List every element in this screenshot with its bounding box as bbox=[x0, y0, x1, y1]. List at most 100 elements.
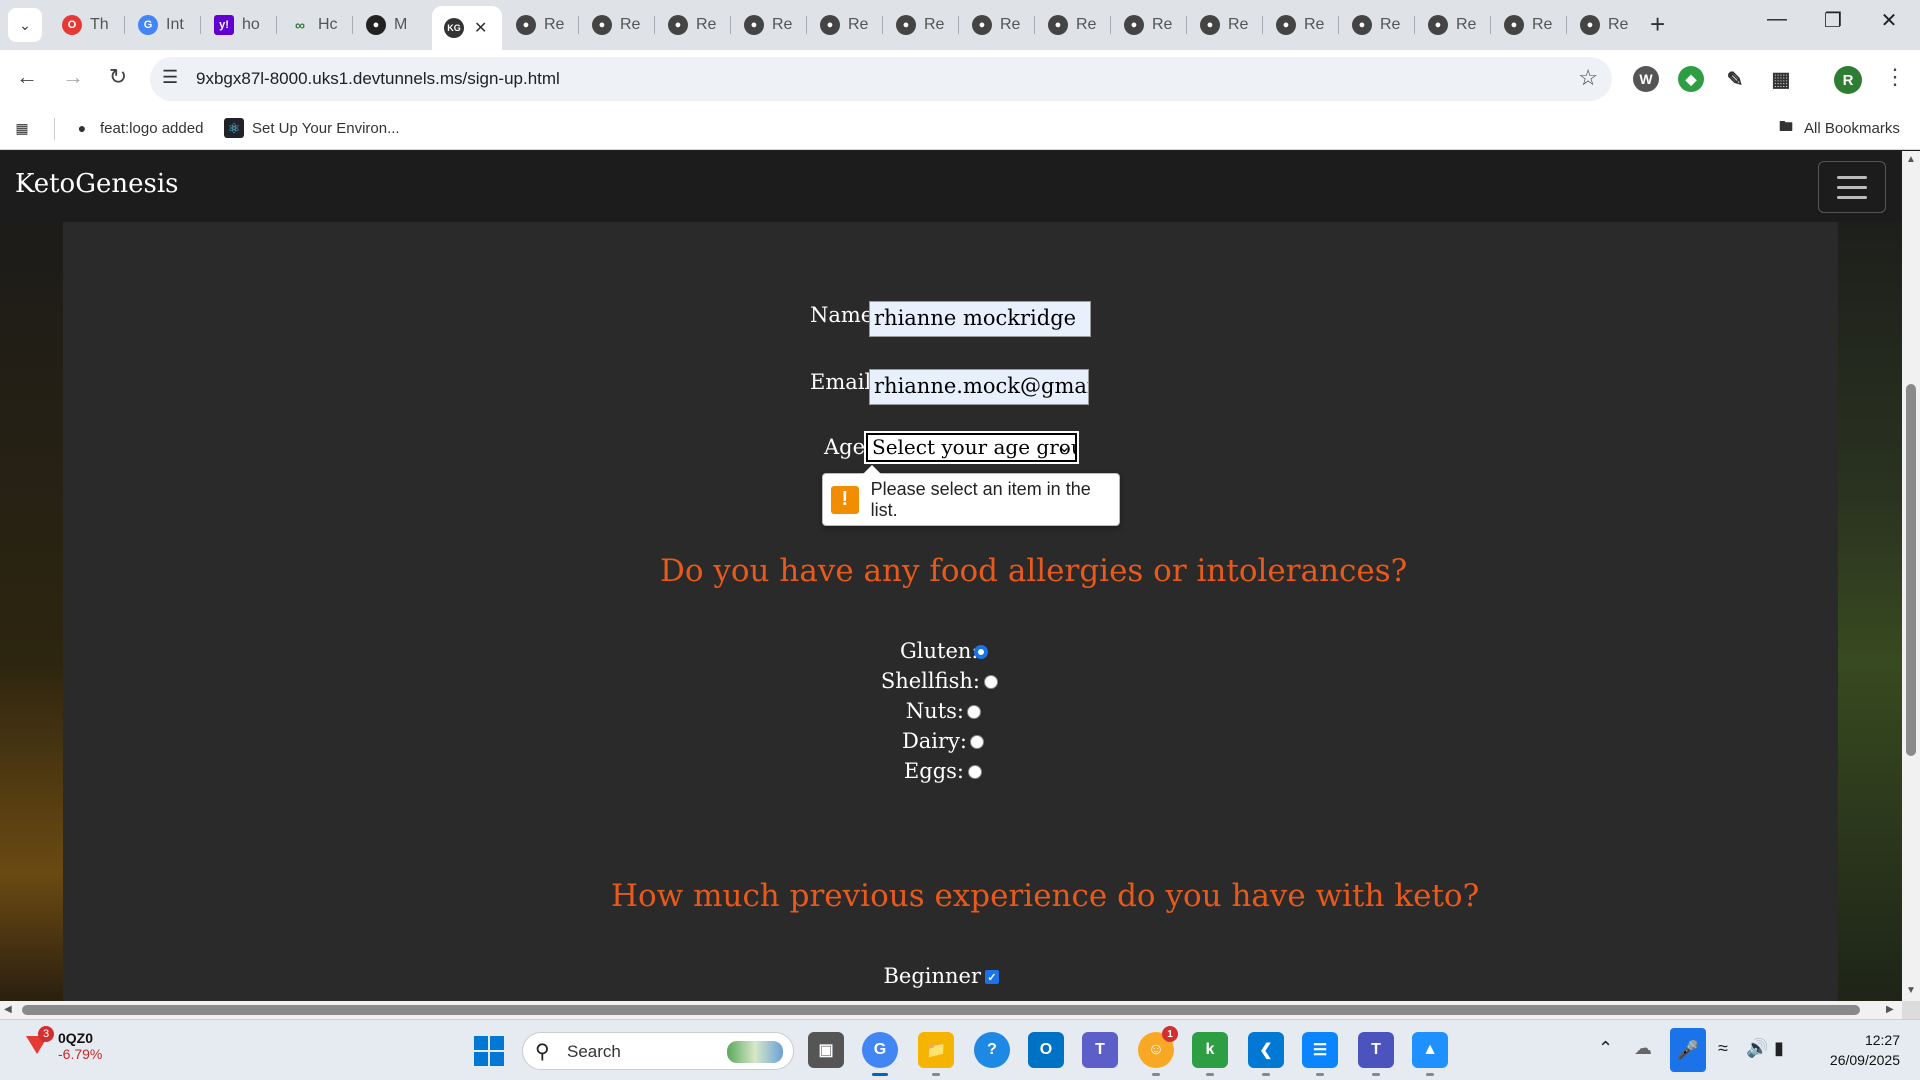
restore-button[interactable]: ❐ bbox=[1808, 8, 1858, 33]
volume-icon[interactable]: 🔊 bbox=[1746, 1038, 1768, 1059]
tab[interactable]: ● Re bbox=[1568, 6, 1642, 44]
wifi-icon[interactable]: ≈ bbox=[1718, 1038, 1728, 1059]
taskbar-search[interactable]: ⚲ Search bbox=[522, 1032, 794, 1070]
outlook-icon[interactable]: O bbox=[1028, 1032, 1064, 1068]
onedrive-cloud-icon[interactable]: ☁ bbox=[1634, 1038, 1652, 1059]
bookmarks-bar: ▦ ● feat:logo added ⚛ Set Up Your Enviro… bbox=[0, 108, 1920, 150]
age-select[interactable]: Select your age group ⌄ bbox=[864, 431, 1079, 464]
discord-icon[interactable]: ☺ 1 bbox=[1138, 1026, 1178, 1076]
microphone-icon[interactable]: 🎤 bbox=[1670, 1028, 1706, 1072]
profile-avatar[interactable]: R bbox=[1834, 66, 1862, 94]
tab-title: Re bbox=[1456, 16, 1477, 33]
bookmark-star-icon[interactable]: ☆ bbox=[1578, 65, 1598, 91]
tab[interactable]: ● Re bbox=[504, 6, 578, 44]
file-explorer-icon[interactable]: 📁 bbox=[918, 1032, 954, 1076]
tab[interactable]: y! ho bbox=[202, 6, 276, 44]
tab[interactable]: ● Re bbox=[580, 6, 654, 44]
scroll-up-arrow-icon[interactable]: ▲ bbox=[1906, 154, 1916, 165]
shield-extension-icon[interactable]: ◆ bbox=[1678, 66, 1704, 92]
beginner-checkbox[interactable]: ✓ bbox=[985, 970, 999, 984]
search-label: Search bbox=[567, 1042, 621, 1061]
notepad-icon[interactable]: ☰ bbox=[1302, 1032, 1338, 1076]
globe-icon: ● bbox=[820, 15, 840, 35]
system-clock[interactable]: 12:27 26/09/2025 bbox=[1814, 1030, 1900, 1070]
tab-title: Re bbox=[620, 16, 641, 33]
vertical-scrollbar[interactable]: ▲ ▼ bbox=[1902, 151, 1920, 1001]
teams-icon[interactable]: T bbox=[1082, 1032, 1118, 1068]
extensions-puzzle-icon[interactable]: ▦ bbox=[1768, 66, 1794, 92]
close-tab-icon[interactable]: ✕ bbox=[474, 18, 487, 38]
tab[interactable]: ● Re bbox=[1112, 6, 1186, 44]
tab[interactable]: ● Re bbox=[1036, 6, 1110, 44]
photos-icon[interactable]: ▲ bbox=[1412, 1032, 1448, 1076]
site-info-icon[interactable]: ☰ bbox=[162, 67, 178, 88]
dairy-radio[interactable] bbox=[970, 735, 984, 749]
github-icon: ● bbox=[77, 120, 87, 136]
stock-widget[interactable]: 3 0QZ0 -6.79% bbox=[24, 1026, 102, 1062]
navbar-toggle-button[interactable] bbox=[1818, 161, 1886, 213]
close-window-button[interactable]: ✕ bbox=[1864, 8, 1914, 33]
new-tab-button[interactable]: + bbox=[1650, 10, 1665, 38]
tab[interactable]: ● Re bbox=[1416, 6, 1490, 44]
battery-icon[interactable]: ▮ bbox=[1774, 1038, 1784, 1059]
minimize-button[interactable]: — bbox=[1752, 8, 1802, 31]
address-bar[interactable]: ☰ 9xbgx87l-8000.uks1.devtunnels.ms/sign-… bbox=[150, 57, 1612, 101]
tab-active[interactable]: KG ✕ bbox=[432, 6, 502, 50]
email-input[interactable]: rhianne.mock@gmail.co bbox=[869, 369, 1089, 405]
windows-start-icon[interactable] bbox=[474, 1036, 504, 1066]
vertical-scroll-thumb[interactable] bbox=[1906, 384, 1916, 756]
tab[interactable]: ∞ Hc bbox=[278, 6, 352, 44]
tab-separator bbox=[882, 16, 883, 34]
apps-grid-icon[interactable]: ▦ bbox=[12, 118, 32, 138]
eggs-radio[interactable] bbox=[968, 765, 982, 779]
tab[interactable]: ● Re bbox=[732, 6, 806, 44]
task-view-icon[interactable]: ▣ bbox=[808, 1032, 844, 1068]
menu-kebab-icon[interactable]: ⋮ bbox=[1884, 64, 1906, 90]
tab[interactable]: ● Re bbox=[884, 6, 958, 44]
all-bookmarks-button[interactable]: 🖿 All Bookmarks bbox=[1776, 118, 1900, 138]
tab-title: Re bbox=[1152, 16, 1173, 33]
bookmark-item[interactable]: ● feat:logo added bbox=[72, 118, 204, 138]
tab[interactable]: ● M bbox=[354, 6, 428, 44]
tab-search-button[interactable]: ⌄ bbox=[8, 8, 42, 42]
tab[interactable]: ● Re bbox=[656, 6, 730, 44]
teams-work-icon[interactable]: T bbox=[1358, 1032, 1394, 1076]
name-input[interactable]: rhianne mockridge bbox=[869, 301, 1091, 337]
horizontal-scrollbar[interactable]: ◀ ▶ bbox=[0, 1001, 1902, 1019]
url-text[interactable]: 9xbgx87l-8000.uks1.devtunnels.ms/sign-up… bbox=[196, 69, 560, 89]
shellfish-radio[interactable] bbox=[984, 675, 998, 689]
scroll-left-arrow-icon[interactable]: ◀ bbox=[4, 1004, 12, 1015]
tab-title: Re bbox=[1228, 16, 1249, 33]
chrome-icon[interactable]: G bbox=[862, 1032, 898, 1076]
forward-button[interactable]: → bbox=[58, 64, 88, 90]
scroll-down-arrow-icon[interactable]: ▼ bbox=[1906, 985, 1916, 996]
tab-separator bbox=[578, 16, 579, 34]
tab[interactable]: ● Re bbox=[960, 6, 1034, 44]
hamburger-bar bbox=[1837, 195, 1867, 199]
tab[interactable]: ● Re bbox=[1340, 6, 1414, 44]
k-app-icon[interactable]: k bbox=[1192, 1032, 1228, 1076]
show-hidden-icons-chevron-icon[interactable]: ⌃ bbox=[1598, 1038, 1613, 1059]
brand-logo[interactable]: KetoGenesis bbox=[15, 169, 179, 199]
site-navbar: KetoGenesis bbox=[0, 151, 1902, 222]
vscode-icon[interactable]: ❮ bbox=[1248, 1032, 1284, 1076]
back-button[interactable]: ← bbox=[12, 64, 42, 90]
tab[interactable]: ● Re bbox=[1264, 6, 1338, 44]
horizontal-scroll-thumb[interactable] bbox=[22, 1005, 1860, 1015]
background-image-right bbox=[1838, 151, 1902, 1001]
clock-date: 26/09/2025 bbox=[1829, 1052, 1900, 1068]
wordpress-extension-icon[interactable]: W bbox=[1633, 66, 1659, 92]
nuts-radio[interactable] bbox=[967, 705, 981, 719]
bookmark-item[interactable]: ⚛ Set Up Your Environ... bbox=[224, 118, 400, 138]
reload-button[interactable]: ↻ bbox=[103, 64, 133, 90]
gluten-radio[interactable] bbox=[974, 645, 988, 659]
help-icon[interactable]: ? bbox=[974, 1032, 1010, 1068]
tab[interactable]: O Th bbox=[50, 6, 124, 44]
tab[interactable]: ● Re bbox=[1492, 6, 1566, 44]
eyedropper-extension-icon[interactable]: ✎ bbox=[1722, 66, 1748, 92]
scroll-right-arrow-icon[interactable]: ▶ bbox=[1886, 1004, 1894, 1015]
tab[interactable]: ● Re bbox=[808, 6, 882, 44]
globe-icon: ● bbox=[1352, 15, 1372, 35]
tab[interactable]: ● Re bbox=[1188, 6, 1262, 44]
tab[interactable]: G Int bbox=[126, 6, 200, 44]
